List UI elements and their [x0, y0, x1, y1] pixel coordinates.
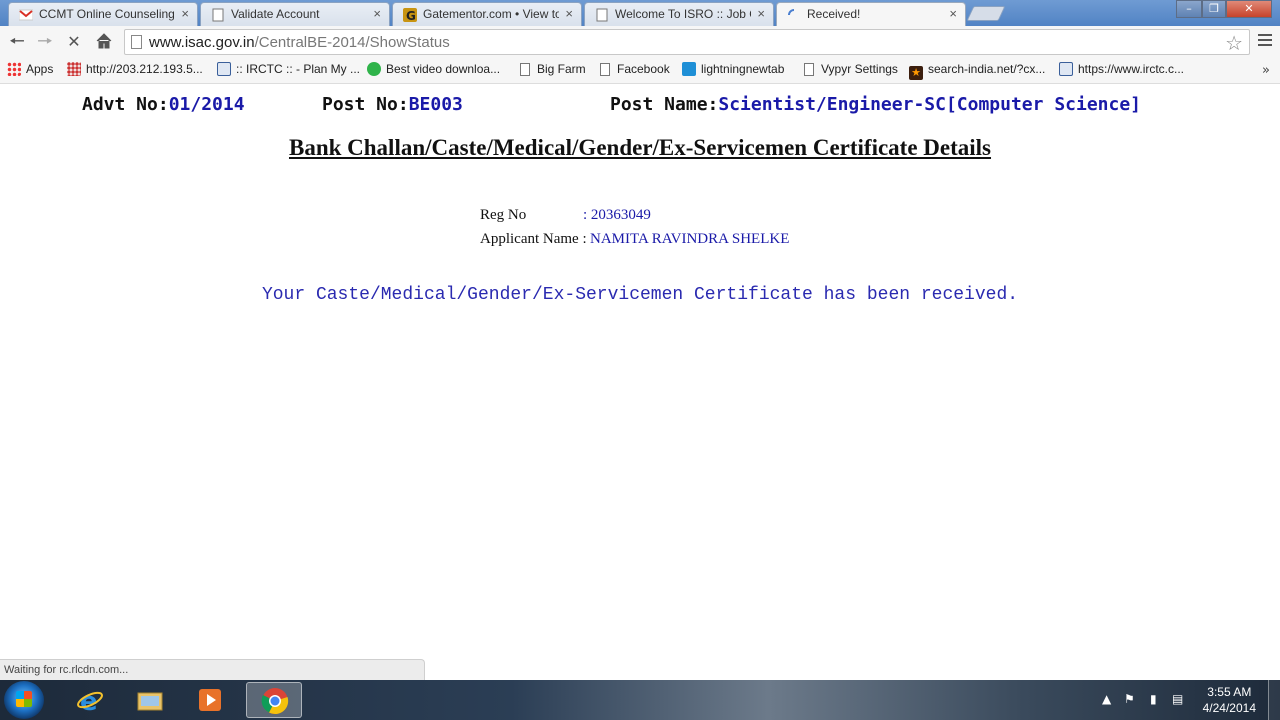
page-icon	[596, 8, 608, 22]
applicant-name-label: Applicant Name :	[480, 231, 587, 247]
page-icon	[804, 63, 814, 76]
minimize-button[interactable]: –	[1176, 0, 1202, 18]
url-text: www.isac.gov.in/CentralBE-2014/ShowStatu…	[149, 34, 450, 51]
close-icon[interactable]: ×	[373, 6, 381, 21]
forward-icon[interactable]: 🠖	[35, 32, 55, 52]
close-icon[interactable]: ×	[949, 6, 957, 21]
apps-icon	[7, 62, 21, 76]
gmail-icon	[19, 9, 33, 21]
page-info-icon[interactable]	[131, 35, 142, 49]
svg-text:G: G	[406, 9, 416, 22]
folder-icon	[137, 692, 163, 711]
taskbar: e ▲ ⚑ ▮ ▤ 3:55 AM 4/24/2014	[0, 680, 1280, 720]
irctc-icon	[1059, 62, 1073, 76]
bookmark-link[interactable]: http://203.212.193.5...	[67, 62, 203, 80]
page-icon	[520, 63, 530, 76]
bookmark-vypyr-settings[interactable]: Vypyr Settings	[804, 62, 898, 80]
maximize-button[interactable]: ❐	[1202, 0, 1226, 18]
tab-isro[interactable]: Welcome To ISRO :: Job O ×	[584, 2, 774, 26]
page-icon	[600, 63, 610, 76]
page-icon	[212, 8, 224, 22]
media-player-icon	[199, 689, 221, 711]
gatementor-icon: G	[403, 8, 417, 22]
download-icon	[367, 62, 381, 76]
clock[interactable]: 3:55 AM 4/24/2014	[1203, 684, 1256, 716]
tab-ccmt[interactable]: CCMT Online Counseling ×	[8, 2, 198, 26]
lightning-icon	[682, 62, 696, 76]
show-desktop-button[interactable]	[1268, 680, 1280, 720]
bookmark-irctc-https[interactable]: https://www.irctc.c...	[1059, 62, 1184, 80]
clock-time: 3:55 AM	[1207, 685, 1252, 699]
tab-title: Gatementor.com • View to	[423, 7, 559, 21]
tab-validate-account[interactable]: Validate Account ×	[200, 2, 390, 26]
menu-icon[interactable]	[1258, 34, 1272, 49]
bookmark-big-farm[interactable]: Big Farm	[520, 62, 586, 80]
close-icon[interactable]: ×	[757, 6, 765, 21]
stop-icon[interactable]: ✕	[64, 32, 84, 52]
bookmark-lightningnewtab[interactable]: lightningnewtab	[682, 62, 784, 80]
reg-no-value: : 20363049	[583, 207, 651, 223]
close-icon[interactable]: ×	[565, 6, 573, 21]
bookmark-facebook[interactable]: Facebook	[600, 62, 670, 80]
page-content: Advt No:01/2014 Post No:BE003 Post Name:…	[0, 85, 1280, 680]
clock-date: 4/24/2014	[1202, 701, 1256, 715]
toolbar: 🠔 🠖 ✕ www.isac.gov.in/CentralBE-2014/Sho…	[0, 26, 1280, 58]
tab-title: Welcome To ISRO :: Job O	[615, 7, 751, 21]
post-no: Post No:BE003	[322, 94, 463, 115]
irctc-icon	[217, 62, 231, 76]
tab-received[interactable]: Received! ×	[776, 2, 966, 26]
svg-text:e: e	[80, 687, 98, 714]
applicant-name-value: NAMITA RAVINDRA SHELKE	[590, 231, 790, 247]
taskbar-explorer[interactable]	[122, 682, 178, 718]
bookmark-apps[interactable]: Apps	[7, 62, 53, 80]
power-icon[interactable]: ▮	[1150, 692, 1157, 706]
taskbar-media-player[interactable]	[182, 682, 238, 718]
back-icon[interactable]: 🠔	[7, 32, 27, 52]
taskbar-chrome[interactable]	[246, 682, 302, 718]
status-bubble: Waiting for rc.rlcdn.com...	[0, 659, 425, 680]
reg-no-label: Reg No	[480, 207, 527, 223]
tab-gatementor[interactable]: G Gatementor.com • View to ×	[392, 2, 582, 26]
show-hidden-icons[interactable]: ▲	[1102, 692, 1111, 706]
action-center-flag-icon[interactable]: ⚑	[1124, 692, 1135, 706]
network-icon[interactable]: ▤	[1172, 692, 1183, 706]
bookmark-search-india[interactable]: ★ search-india.net/?cx...	[909, 62, 1045, 80]
loading-icon	[788, 9, 795, 16]
bookmarks-bar: Apps http://203.212.193.5... :: IRCTC ::…	[0, 58, 1280, 84]
dots-icon	[67, 62, 81, 76]
tab-title: Validate Account	[231, 7, 320, 21]
tab-strip: CCMT Online Counseling × Validate Accoun…	[0, 0, 1280, 26]
internet-explorer-icon: e	[77, 687, 103, 714]
new-tab-button[interactable]	[966, 6, 1006, 21]
status-message: Your Caste/Medical/Gender/Ex-Servicemen …	[261, 285, 1019, 305]
tab-title: Received!	[807, 7, 861, 21]
bookmark-star-icon[interactable]: ☆	[1225, 31, 1243, 55]
address-bar[interactable]: www.isac.gov.in/CentralBE-2014/ShowStatu…	[124, 29, 1250, 55]
page-title: Bank Challan/Caste/Medical/Gender/Ex-Ser…	[288, 135, 992, 160]
more-bookmarks-icon[interactable]: »	[1262, 63, 1270, 78]
tab-title: CCMT Online Counseling	[39, 7, 175, 21]
home-icon[interactable]	[94, 32, 114, 52]
bookmark-video-downloader[interactable]: Best video downloa...	[367, 62, 500, 80]
windows-logo-icon	[16, 691, 32, 707]
bookmark-irctc[interactable]: :: IRCTC :: - Plan My ...	[217, 62, 360, 80]
advt-no: Advt No:01/2014	[82, 94, 245, 115]
close-window-button[interactable]: ✕	[1226, 0, 1272, 18]
start-button[interactable]	[4, 681, 44, 719]
close-icon[interactable]: ×	[181, 6, 189, 21]
post-name: Post Name:Scientist/Engineer-SC[Computer…	[610, 94, 1142, 115]
taskbar-internet-explorer[interactable]: e	[62, 682, 118, 718]
star-logo-icon: ★	[909, 66, 923, 80]
chrome-icon	[261, 688, 289, 715]
